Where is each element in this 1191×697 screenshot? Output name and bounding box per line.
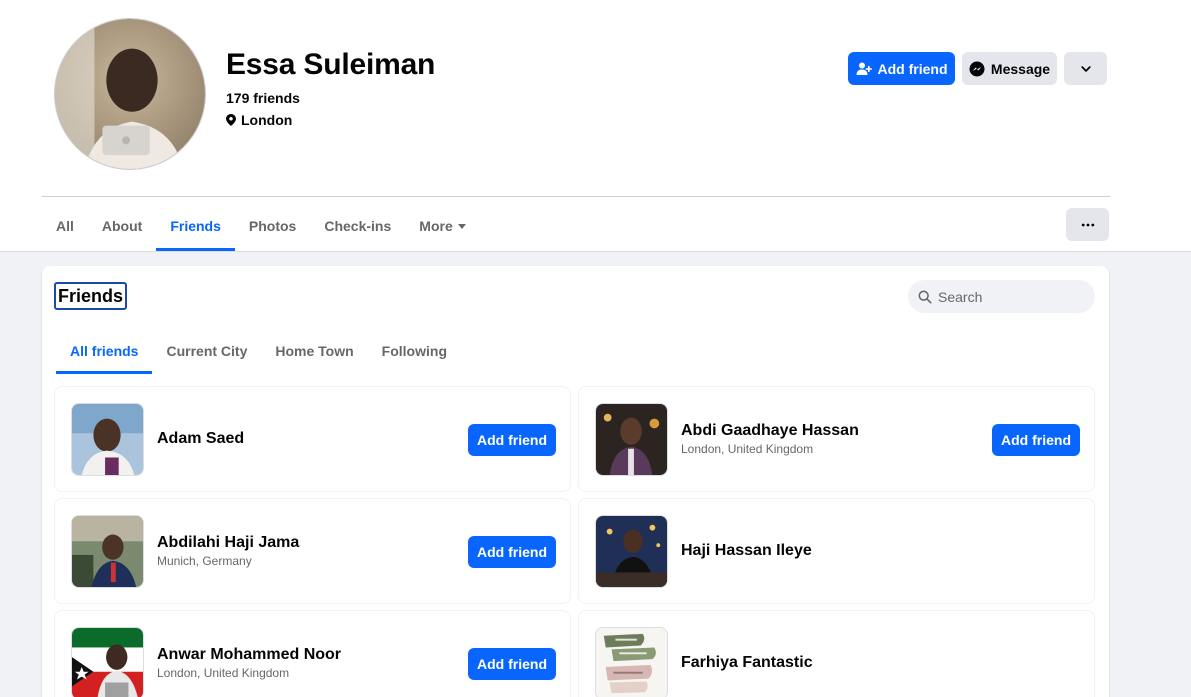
location-text: London bbox=[241, 112, 293, 128]
nav-more-button[interactable] bbox=[1066, 208, 1109, 241]
friend-card: Haji Hassan Ileye bbox=[578, 498, 1095, 604]
friend-name[interactable]: Anwar Mohammed Noor bbox=[157, 646, 341, 664]
more-options-button[interactable] bbox=[1064, 52, 1107, 85]
tab-photos[interactable]: Photos bbox=[235, 200, 310, 251]
friends-card: Friends All friends Current City Home To… bbox=[42, 266, 1109, 697]
friend-location: Munich, Germany bbox=[157, 554, 252, 568]
profile-avatar[interactable] bbox=[54, 18, 206, 170]
subtab-following[interactable]: Following bbox=[368, 328, 461, 374]
subtab-all-friends[interactable]: All friends bbox=[56, 328, 153, 374]
friend-name[interactable]: Adam Saed bbox=[157, 430, 244, 448]
add-friend-button[interactable]: Add friend bbox=[468, 424, 556, 456]
profile-nav: All About Friends Photos Check-ins More bbox=[42, 200, 480, 251]
tab-about[interactable]: About bbox=[88, 200, 156, 251]
friend-avatar[interactable] bbox=[595, 403, 668, 476]
friend-name[interactable]: Abdilahi Haji Jama bbox=[157, 534, 299, 552]
friend-avatar[interactable] bbox=[71, 403, 144, 476]
friend-photo bbox=[596, 628, 667, 697]
friend-card: Adam Saed Add friend bbox=[54, 386, 571, 492]
add-friend-button[interactable]: Add friend bbox=[992, 424, 1080, 456]
subtab-current-city[interactable]: Current City bbox=[152, 328, 261, 374]
friend-photo bbox=[72, 404, 143, 475]
friends-search[interactable] bbox=[908, 280, 1095, 313]
friends-grid: Adam Saed Add friend Abdi Gaadhaye Hassa… bbox=[54, 386, 1097, 697]
friend-location: London, United Kingdom bbox=[157, 666, 290, 680]
tab-check-ins[interactable]: Check-ins bbox=[310, 200, 405, 251]
friend-avatar[interactable] bbox=[595, 515, 668, 588]
friend-avatar[interactable] bbox=[595, 627, 668, 697]
friend-card: Abdilahi Haji Jama Munich, Germany Add f… bbox=[54, 498, 571, 604]
header-divider bbox=[42, 196, 1110, 197]
friend-name[interactable]: Haji Hassan Ileye bbox=[681, 542, 812, 560]
profile-photo bbox=[55, 19, 205, 169]
friends-section-title[interactable]: Friends bbox=[54, 282, 128, 310]
friends-subtabs: All friends Current City Home Town Follo… bbox=[56, 328, 461, 374]
friend-location: London, United Kingdom bbox=[681, 442, 814, 456]
add-friend-button[interactable]: Add friend bbox=[848, 52, 955, 85]
add-person-icon bbox=[856, 62, 872, 75]
friend-avatar[interactable] bbox=[71, 515, 144, 588]
add-friend-button[interactable]: Add friend bbox=[468, 648, 556, 680]
profile-name: Essa Suleiman bbox=[226, 48, 436, 81]
friend-card: Farhiya Fantastic bbox=[578, 610, 1095, 697]
search-input[interactable] bbox=[938, 288, 1088, 305]
tab-friends[interactable]: Friends bbox=[156, 200, 235, 251]
messenger-icon bbox=[969, 61, 985, 76]
ellipsis-icon bbox=[1081, 223, 1094, 226]
friend-name[interactable]: Abdi Gaadhaye Hassan bbox=[681, 422, 859, 440]
friend-photo bbox=[596, 516, 667, 587]
caret-down-icon bbox=[457, 223, 466, 229]
add-friend-button[interactable]: Add friend bbox=[468, 536, 556, 568]
friend-card: Abdi Gaadhaye Hassan London, United King… bbox=[578, 386, 1095, 492]
message-button[interactable]: Message bbox=[962, 52, 1057, 85]
profile-header: Essa Suleiman 179 friends London Add fri… bbox=[0, 0, 1191, 252]
search-icon bbox=[918, 290, 932, 303]
friend-avatar[interactable] bbox=[71, 627, 144, 697]
friend-card: Anwar Mohammed Noor London, United Kingd… bbox=[54, 610, 571, 697]
friends-count[interactable]: 179 friends bbox=[226, 90, 300, 106]
profile-location: London bbox=[226, 112, 292, 128]
tab-all[interactable]: All bbox=[42, 200, 88, 251]
chevron-down-icon bbox=[1080, 65, 1091, 72]
friend-photo bbox=[72, 516, 143, 587]
location-pin-icon bbox=[226, 114, 236, 126]
friend-photo bbox=[596, 404, 667, 475]
friend-name[interactable]: Farhiya Fantastic bbox=[681, 654, 813, 672]
friend-photo bbox=[72, 628, 143, 697]
subtab-home-town[interactable]: Home Town bbox=[261, 328, 367, 374]
tab-more[interactable]: More bbox=[405, 200, 479, 251]
